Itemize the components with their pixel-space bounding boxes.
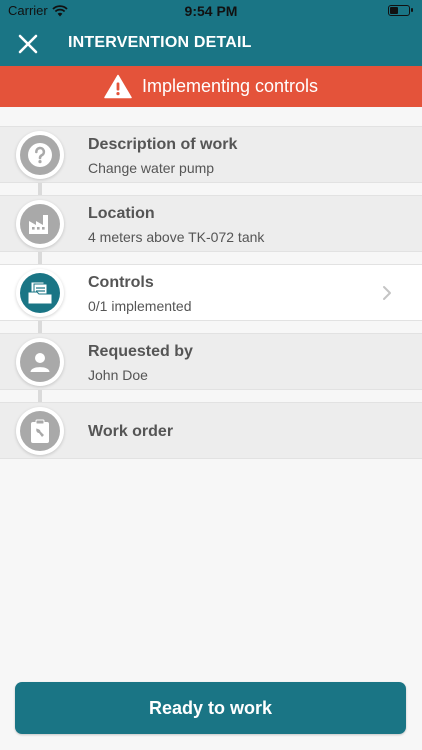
list-item-controls[interactable]: Controls 0/1 implemented xyxy=(0,264,422,321)
item-icon-badge xyxy=(16,407,64,455)
item-icon-badge xyxy=(16,131,64,179)
top-bar: Carrier 9:54 PM INTERVENTION DETAIL Impl… xyxy=(0,0,422,107)
question-icon xyxy=(28,143,52,167)
battery-icon xyxy=(388,5,413,16)
factory-icon xyxy=(29,215,48,234)
item-title: Work order xyxy=(88,423,174,440)
warning-icon xyxy=(104,74,132,99)
clipboard-wrench-icon xyxy=(31,419,49,443)
item-subtitle: 0/1 implemented xyxy=(88,298,192,314)
detail-list: Description of work Change water pump Lo… xyxy=(0,126,422,471)
item-icon-badge xyxy=(16,200,64,248)
item-title: Controls xyxy=(88,274,154,291)
status-bar: Carrier 9:54 PM xyxy=(0,0,422,22)
documents-folder-icon xyxy=(27,281,53,305)
person-icon xyxy=(30,353,50,372)
page-title: INTERVENTION DETAIL xyxy=(68,34,252,51)
list-item-description: Description of work Change water pump xyxy=(0,126,422,183)
banner-text: Implementing controls xyxy=(141,76,319,96)
item-title: Description of work xyxy=(88,136,238,153)
item-icon-badge xyxy=(16,338,64,386)
close-icon[interactable] xyxy=(14,30,42,58)
list-item-work-order: Work order xyxy=(0,402,422,459)
list-item-requested-by: Requested by John Doe xyxy=(0,333,422,390)
chevron-right-icon xyxy=(383,286,391,300)
status-time: 9:54 PM xyxy=(184,3,238,19)
item-title: Location xyxy=(88,205,155,222)
item-subtitle: 4 meters above TK-072 tank xyxy=(88,229,265,245)
item-subtitle: Change water pump xyxy=(88,160,215,176)
item-icon-badge xyxy=(16,269,64,317)
status-banner: Implementing controls xyxy=(0,66,422,107)
ready-to-work-button[interactable]: Ready to work xyxy=(15,682,406,734)
nav-bar: INTERVENTION DETAIL xyxy=(0,22,422,66)
item-subtitle: John Doe xyxy=(88,367,148,383)
list-item-location: Location 4 meters above TK-072 tank xyxy=(0,195,422,252)
item-title: Requested by xyxy=(88,343,193,360)
